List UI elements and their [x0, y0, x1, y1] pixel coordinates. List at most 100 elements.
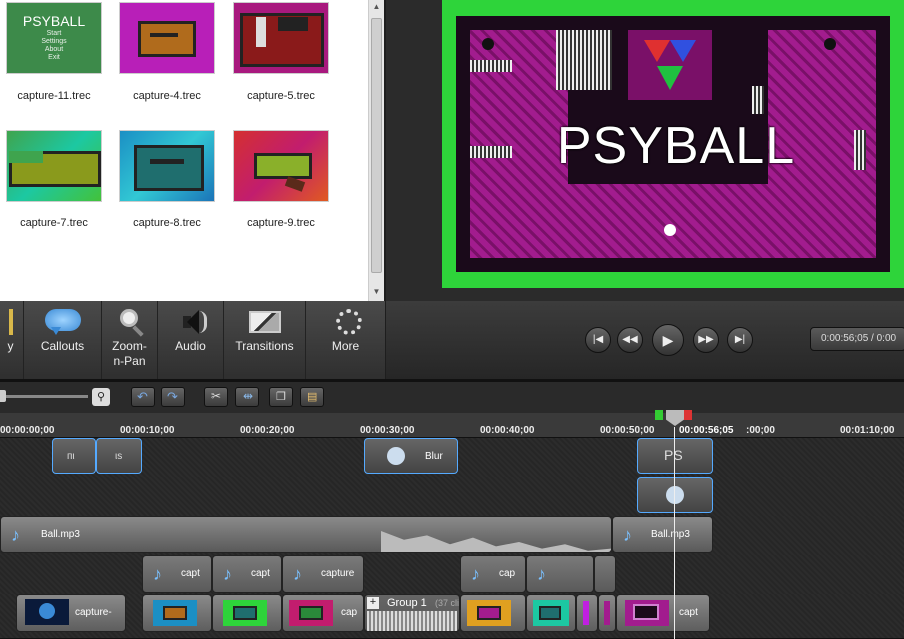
video-clip[interactable]: capture-: [16, 594, 126, 632]
thumb-menu-item: About: [44, 46, 64, 53]
tool-tab-partial[interactable]: y: [0, 301, 24, 379]
effect-icon: [666, 486, 684, 504]
clip-label: Ball.mp3: [41, 529, 80, 540]
tool-tab-zoom-n-pan[interactable]: Zoom-n-Pan: [102, 301, 158, 379]
music-note-icon: ♪: [293, 564, 302, 584]
ruler-tick: 00:00:00;00: [0, 425, 55, 436]
expand-group-icon[interactable]: +: [367, 597, 379, 609]
ruler-tick: 00:00:40;00: [480, 425, 535, 436]
callout-clip[interactable]: ᴨι: [52, 438, 96, 474]
selection-end-marker[interactable]: [684, 410, 692, 420]
audio-clip[interactable]: ♪ Ball.mp3: [612, 516, 713, 553]
ball-icon: [664, 224, 676, 236]
video-clip[interactable]: [598, 594, 616, 632]
zoom-slider[interactable]: [0, 395, 88, 398]
tool-label: More: [331, 339, 360, 353]
audio-clip[interactable]: ♪: [526, 555, 594, 593]
music-note-icon: ♪: [537, 564, 546, 584]
audio-clip[interactable]: ♪ capture: [282, 555, 364, 593]
clip-label: capture-8.trec: [133, 217, 201, 229]
clip-label: Blur: [425, 451, 443, 462]
video-clip[interactable]: capt: [616, 594, 710, 632]
clip-thumb-icon: [289, 600, 333, 626]
clip-thumb-icon: [25, 599, 69, 625]
preview-title: PSYBALL: [556, 117, 796, 175]
track-5: capture- cap + Group 1 (37 cli capt: [0, 594, 904, 639]
thumbnail-capture-8[interactable]: [119, 130, 215, 202]
clip-label: Ball.mp3: [651, 529, 690, 540]
video-clip[interactable]: [526, 594, 576, 632]
clip-thumb-icon: [467, 600, 511, 626]
blur-icon: [387, 447, 405, 465]
thumb-menu-item: Start: [46, 30, 62, 37]
clip-thumb-icon: [223, 600, 267, 626]
play-button[interactable]: ▶: [652, 324, 684, 356]
music-note-icon: ♪: [153, 564, 162, 584]
blur-clip[interactable]: Blur: [364, 438, 458, 474]
cut-button[interactable]: ✂: [204, 387, 228, 407]
more-button[interactable]: More: [306, 301, 385, 379]
thumb-menu-item: Exit: [48, 54, 60, 61]
selection-start-marker[interactable]: [655, 410, 663, 420]
clip-thumb-icon: [153, 600, 197, 626]
tri-logo-icon: [644, 40, 696, 90]
playhead-handle[interactable]: [666, 410, 684, 426]
zoom-magnifier-icon[interactable]: ⚲: [92, 388, 110, 406]
tool-label: Zoom-n-Pan: [112, 339, 147, 368]
audio-clip[interactable]: ♪ capt: [212, 555, 282, 593]
callout-clip[interactable]: ιs: [96, 438, 142, 474]
paste-button[interactable]: ▤: [300, 387, 324, 407]
clip-label: capture-5.trec: [247, 90, 315, 102]
redo-button[interactable]: ↷: [161, 387, 185, 407]
effect-clip[interactable]: [637, 477, 713, 513]
thumbnail-capture-7[interactable]: [6, 130, 102, 202]
ruler-tick: 00:00:30;00: [360, 425, 415, 436]
audio-clip[interactable]: [594, 555, 616, 593]
ruler-tick: 00:00:20;00: [240, 425, 295, 436]
split-button[interactable]: ⇹: [235, 387, 259, 407]
tool-tab-transitions[interactable]: Transitions: [224, 301, 306, 379]
jump-end-button[interactable]: ▶|: [727, 327, 753, 353]
video-clip[interactable]: [142, 594, 212, 632]
thumbnail-capture-9[interactable]: [233, 130, 329, 202]
music-note-icon: ♪: [623, 525, 632, 545]
copy-button[interactable]: ❐: [269, 387, 293, 407]
tool-tab-audio[interactable]: Audio: [158, 301, 224, 379]
thumbnail-capture-4[interactable]: [119, 2, 215, 74]
video-clip[interactable]: [576, 594, 598, 632]
clip-label: capt: [181, 568, 200, 579]
clip-label: capture-4.trec: [133, 90, 201, 102]
ps-clip[interactable]: PS: [637, 438, 713, 474]
rewind-button[interactable]: ◀◀: [617, 327, 643, 353]
group-label: Group 1: [387, 597, 427, 609]
video-clip[interactable]: [460, 594, 526, 632]
clip-label: capt: [679, 607, 698, 618]
zoom-slider-thumb[interactable]: [0, 390, 6, 402]
music-note-icon: ♪: [11, 525, 20, 545]
undo-button[interactable]: ↶: [131, 387, 155, 407]
video-clip[interactable]: cap: [282, 594, 364, 632]
thumbnail-capture-5[interactable]: [233, 2, 329, 74]
timeline-ruler[interactable]: 00:00:00;00 00:00:10;00 00:00:20;00 00:0…: [0, 410, 904, 438]
clip-label: capture-11.trec: [17, 90, 91, 102]
group-clip[interactable]: + Group 1 (37 cli: [364, 594, 460, 632]
jump-start-button[interactable]: |◀: [585, 327, 611, 353]
redo-icon: ↷: [167, 389, 178, 404]
scroll-up-icon[interactable]: ▲: [371, 2, 382, 12]
preview-canvas[interactable]: PSYBALL: [442, 0, 904, 288]
tool-label: Callouts: [40, 339, 85, 353]
fast-forward-button[interactable]: ▶▶: [693, 327, 719, 353]
scroll-down-icon[interactable]: ▼: [371, 287, 382, 297]
thumbnail-capture-11[interactable]: PSYBALL Start Settings About Exit: [6, 2, 102, 74]
audio-clip[interactable]: ♪ capt: [142, 555, 212, 593]
clip-label: capture: [321, 568, 355, 579]
track-3: ♪ Ball.mp3 ♪ Ball.mp3: [0, 516, 904, 556]
audio-clip[interactable]: ♪ Ball.mp3: [0, 516, 612, 553]
bin-scrollbar[interactable]: ▲ ▼: [368, 0, 384, 301]
scissors-icon: ✂: [211, 389, 222, 403]
speech-bubble-icon: [43, 307, 83, 337]
tool-tab-callouts[interactable]: Callouts: [24, 301, 102, 379]
audio-clip[interactable]: ♪ cap: [460, 555, 526, 593]
video-clip[interactable]: [212, 594, 282, 632]
scroll-thumb[interactable]: [371, 18, 382, 273]
